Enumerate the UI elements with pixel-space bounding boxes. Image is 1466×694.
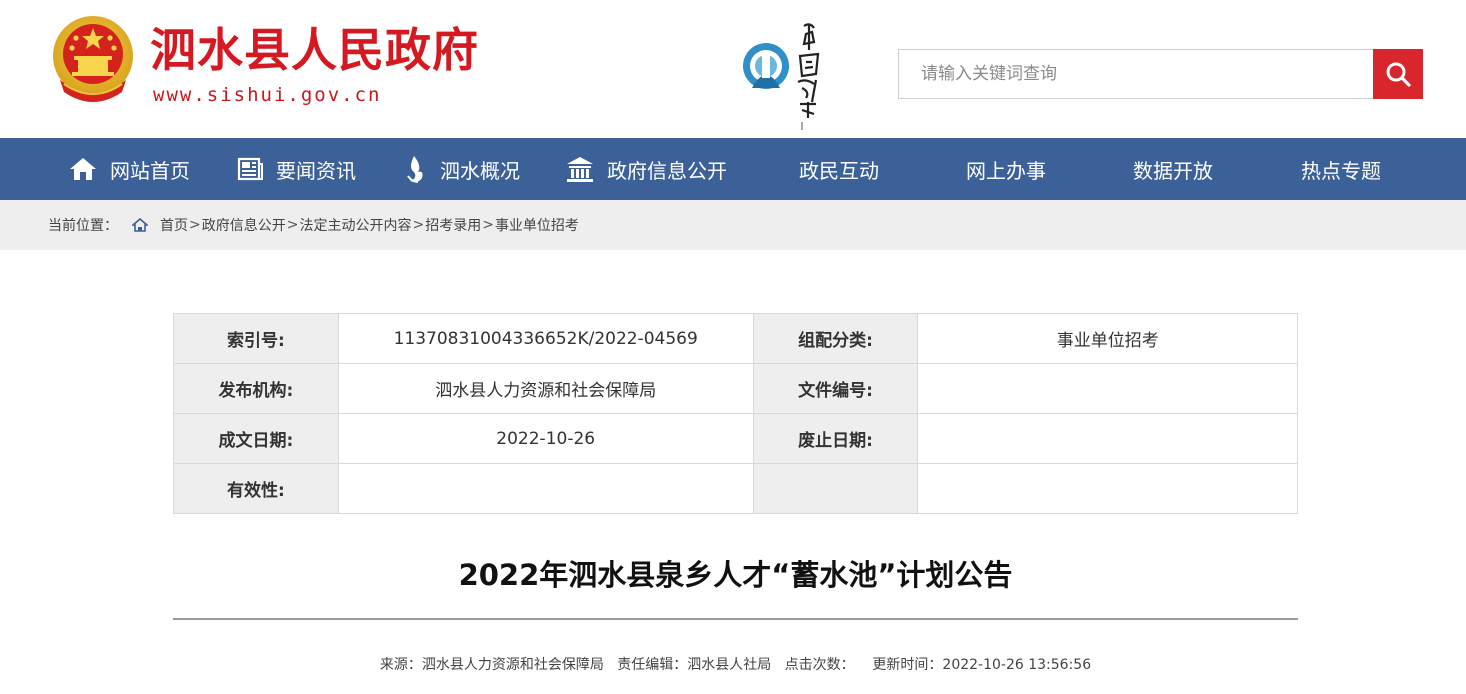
breadcrumb-item-statutory[interactable]: 法定主动公开内容 bbox=[299, 215, 411, 235]
breadcrumb: 当前位置： 首页 > 政府信息公开 > 法定主动公开内容 > 招考录用 > 事业… bbox=[48, 200, 579, 250]
nav-item-overview[interactable]: 泗水概况 bbox=[404, 138, 520, 200]
title-divider bbox=[173, 618, 1298, 620]
breadcrumb-item-institution[interactable]: 事业单位招考 bbox=[495, 215, 579, 235]
site-title[interactable]: 泗水县人民政府 bbox=[150, 22, 479, 78]
document-info-table: 索引号: 11370831004336652K/2022-04569 组配分类:… bbox=[173, 313, 1298, 514]
breadcrumb-separator: > bbox=[482, 217, 494, 233]
written-date-label: 成文日期: bbox=[173, 413, 339, 464]
nav-item-news[interactable]: 要闻资讯 bbox=[236, 138, 356, 200]
home-icon bbox=[70, 158, 96, 180]
clicks-label: 点击次数： bbox=[784, 657, 855, 673]
search-icon bbox=[1386, 62, 1411, 87]
table-row: 成文日期: 2022-10-26 废止日期: bbox=[173, 413, 1298, 464]
national-emblem-icon[interactable] bbox=[50, 14, 136, 106]
home-icon bbox=[132, 218, 148, 232]
breadcrumb-separator: > bbox=[189, 217, 201, 233]
index-number-value: 11370831004336652K/2022-04569 bbox=[337, 313, 754, 364]
updated-label: 更新时间： bbox=[872, 657, 943, 673]
table-row: 有效性: bbox=[173, 463, 1298, 514]
index-number-label: 索引号: bbox=[173, 313, 339, 364]
publisher-value: 泗水县人力资源和社会保障局 bbox=[337, 363, 754, 414]
search-box bbox=[898, 49, 1373, 99]
breadcrumb-prefix: 当前位置： bbox=[48, 218, 118, 234]
document-number-value bbox=[917, 363, 1298, 414]
nav-item-home[interactable]: 网站首页 bbox=[68, 138, 190, 200]
water-drop-icon bbox=[407, 156, 423, 183]
nav-item-hot-topics[interactable]: 热点专题 bbox=[1301, 138, 1381, 200]
validity-label: 有效性: bbox=[173, 463, 339, 514]
source-label: 来源： bbox=[379, 657, 422, 673]
breadcrumb-item-recruitment[interactable]: 招考录用 bbox=[425, 215, 481, 235]
updated-value: 2022-10-26 13:56:56 bbox=[942, 657, 1092, 673]
nav-item-label: 热点专题 bbox=[1301, 158, 1381, 183]
nav-item-label: 政民互动 bbox=[799, 158, 879, 183]
empty-value bbox=[917, 463, 1298, 514]
breadcrumb-bar: 当前位置： 首页 > 政府信息公开 > 法定主动公开内容 > 招考录用 > 事业… bbox=[0, 200, 1466, 250]
brand-logo-icon bbox=[743, 23, 820, 130]
nav-item-label: 要闻资讯 bbox=[276, 158, 356, 183]
nav-item-label: 网站首页 bbox=[110, 158, 190, 183]
table-row: 发布机构: 泗水县人力资源和社会保障局 文件编号: bbox=[173, 363, 1298, 414]
expiry-date-label: 废止日期: bbox=[752, 413, 919, 464]
breadcrumb-separator: > bbox=[286, 217, 299, 233]
source-value: 泗水县人力资源和社会保障局 bbox=[421, 657, 604, 673]
site-header: 泗水县人民政府 www.sishui.gov.cn bbox=[0, 0, 1466, 138]
editor-value: 泗水县人社局 bbox=[687, 657, 772, 673]
site-url[interactable]: www.sishui.gov.cn bbox=[153, 84, 381, 106]
main-nav: 网站首页 要闻资讯 泗水概况 政府信息公开 政民互动 网上办事 数据开放 热点专… bbox=[0, 138, 1466, 200]
nav-item-interaction[interactable]: 政民互动 bbox=[799, 138, 879, 200]
nav-item-label: 政府信息公开 bbox=[607, 158, 727, 183]
written-date-value: 2022-10-26 bbox=[337, 413, 754, 464]
article-meta: 来源：泗水县人力资源和社会保障局 责任编辑：泗水县人社局 点击次数： 更新时间：… bbox=[173, 654, 1298, 674]
nav-item-label: 数据开放 bbox=[1133, 158, 1213, 183]
search-button[interactable] bbox=[1373, 49, 1423, 99]
nav-item-label: 网上办事 bbox=[966, 158, 1046, 183]
government-building-icon bbox=[567, 157, 593, 182]
breadcrumb-separator: > bbox=[412, 217, 425, 233]
breadcrumb-item-home[interactable]: 首页 bbox=[160, 215, 188, 235]
expiry-date-value bbox=[917, 413, 1298, 464]
publisher-label: 发布机构: bbox=[173, 363, 339, 414]
nav-item-online-services[interactable]: 网上办事 bbox=[966, 138, 1046, 200]
editor-label: 责任编辑： bbox=[617, 657, 688, 673]
category-value: 事业单位招考 bbox=[917, 313, 1298, 364]
category-label: 组配分类: bbox=[752, 313, 919, 364]
news-icon bbox=[237, 157, 263, 181]
table-row: 索引号: 11370831004336652K/2022-04569 组配分类:… bbox=[173, 313, 1298, 364]
nav-item-open-data[interactable]: 数据开放 bbox=[1133, 138, 1213, 200]
article-title: 2022年泗水县泉乡人才“蓄水池”计划公告 bbox=[458, 558, 1013, 592]
validity-value bbox=[337, 463, 754, 514]
nav-item-gov-info[interactable]: 政府信息公开 bbox=[565, 138, 727, 200]
breadcrumb-item-gov-info[interactable]: 政府信息公开 bbox=[202, 215, 286, 235]
nav-item-label: 泗水概况 bbox=[440, 158, 520, 183]
search-input[interactable] bbox=[899, 50, 1373, 98]
document-number-label: 文件编号: bbox=[752, 363, 919, 414]
empty-label bbox=[752, 463, 919, 514]
